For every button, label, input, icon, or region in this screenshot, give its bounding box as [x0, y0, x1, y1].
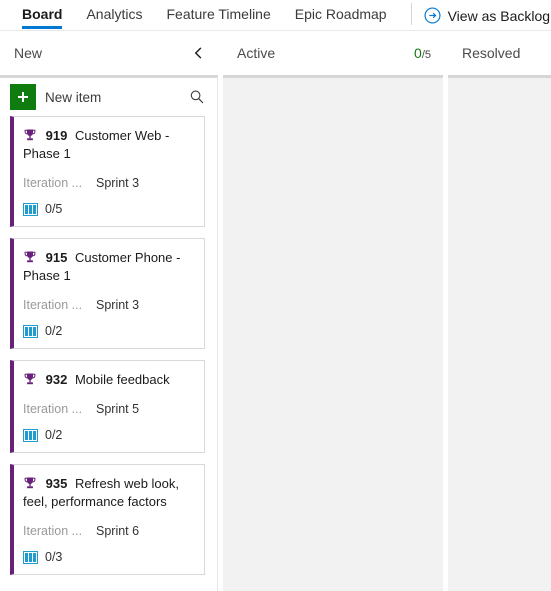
trophy-icon	[24, 251, 36, 263]
column-body-resolved[interactable]	[448, 75, 551, 591]
plus-icon	[10, 84, 36, 110]
card-field-iteration: Iteration ... Sprint 3	[23, 175, 194, 191]
card-header: 919 Customer Web - Phase 1	[23, 127, 194, 163]
card-919[interactable]: 919 Customer Web - Phase 1 Iteration ...…	[10, 116, 205, 227]
card-field-value: Sprint 3	[96, 298, 140, 312]
tab-feature-timeline[interactable]: Feature Timeline	[154, 0, 282, 31]
card-children-row: 0/3	[23, 550, 194, 564]
trophy-icon	[24, 477, 36, 489]
card-field-label: Iteration ...	[23, 298, 83, 312]
card-field-label: Iteration ...	[23, 524, 83, 538]
card-field-value: Sprint 5	[96, 402, 140, 416]
new-item-label: New item	[45, 89, 102, 105]
card-list-new: 919 Customer Web - Phase 1 Iteration ...…	[0, 116, 217, 575]
view-as-backlog-label: View as Backlog	[447, 7, 551, 24]
tab-analytics[interactable]: Analytics	[74, 0, 154, 31]
new-item-button[interactable]: New item	[10, 84, 112, 110]
card-id: 932	[45, 372, 68, 387]
card-field-iteration: Iteration ... Sprint 3	[23, 297, 194, 313]
wip-current-active: 0	[414, 45, 422, 61]
child-items-icon	[23, 428, 38, 442]
column-headers: New Active 0/5 Resolved	[0, 31, 551, 75]
column-title-active: Active	[237, 45, 276, 61]
new-column-toolbar: New item	[0, 78, 217, 116]
view-as-backlog-button[interactable]: View as Backlog	[424, 0, 550, 31]
card-children-count: 0/5	[45, 202, 63, 216]
card-field-iteration: Iteration ... Sprint 6	[23, 523, 194, 539]
card-field-value: Sprint 6	[96, 524, 140, 538]
card-children-row: 0/5	[23, 202, 194, 216]
column-title-resolved: Resolved	[462, 45, 521, 61]
card-id: 919	[45, 128, 68, 143]
tab-epic-roadmap[interactable]: Epic Roadmap	[283, 0, 399, 31]
column-header-resolved: Resolved	[448, 31, 551, 75]
kanban-board: New Active 0/5 Resolved New item 919 Cus…	[0, 31, 551, 591]
child-items-icon	[23, 202, 38, 216]
tab-board[interactable]: Board	[10, 0, 74, 31]
card-title: Customer Web - Phase 1	[23, 128, 170, 161]
card-children-row: 0/2	[23, 324, 194, 338]
tab-analytics-label: Analytics	[86, 6, 143, 22]
card-children-count: 0/3	[45, 550, 63, 564]
card-children-row: 0/2	[23, 428, 194, 442]
tabbar-divider	[410, 3, 412, 25]
tab-epic-roadmap-label: Epic Roadmap	[294, 6, 387, 22]
trophy-icon	[24, 373, 36, 385]
column-header-active: Active 0/5	[223, 31, 443, 75]
trophy-icon	[24, 129, 36, 141]
tab-board-label: Board	[22, 6, 63, 22]
card-header: 915 Customer Phone - Phase 1	[23, 249, 194, 285]
child-items-icon	[23, 324, 38, 338]
chevron-left-icon[interactable]	[192, 46, 206, 60]
column-title-new: New	[14, 45, 43, 61]
top-tab-bar: Board Analytics Feature Timeline Epic Ro…	[0, 0, 551, 31]
card-children-count: 0/2	[45, 324, 63, 338]
card-id: 935	[45, 476, 68, 491]
column-bodies: New item 919 Customer Web - Phase 1 Iter…	[0, 75, 551, 591]
card-header: 932 Mobile feedback	[23, 371, 194, 389]
column-header-new: New	[0, 31, 218, 75]
card-id: 915	[45, 250, 68, 265]
column-body-active[interactable]	[223, 75, 443, 591]
card-field-value: Sprint 3	[96, 176, 140, 190]
wip-counter-active: 0/5	[414, 45, 431, 61]
search-icon[interactable]	[189, 89, 205, 105]
column-body-new: New item 919 Customer Web - Phase 1 Iter…	[0, 75, 218, 591]
card-title: Mobile feedback	[74, 372, 170, 387]
card-children-count: 0/2	[45, 428, 63, 442]
tab-feature-timeline-label: Feature Timeline	[166, 6, 271, 22]
card-field-label: Iteration ...	[23, 402, 83, 416]
card-935[interactable]: 935 Refresh web look, feel, performance …	[10, 464, 205, 575]
child-items-icon	[23, 550, 38, 564]
card-header: 935 Refresh web look, feel, performance …	[23, 475, 194, 511]
card-field-iteration: Iteration ... Sprint 5	[23, 401, 194, 417]
card-field-label: Iteration ...	[23, 176, 83, 190]
circle-arrow-right-icon	[424, 7, 441, 24]
wip-limit-active: /5	[421, 49, 431, 61]
card-915[interactable]: 915 Customer Phone - Phase 1 Iteration .…	[10, 238, 205, 349]
card-932[interactable]: 932 Mobile feedback Iteration ... Sprint…	[10, 360, 205, 453]
